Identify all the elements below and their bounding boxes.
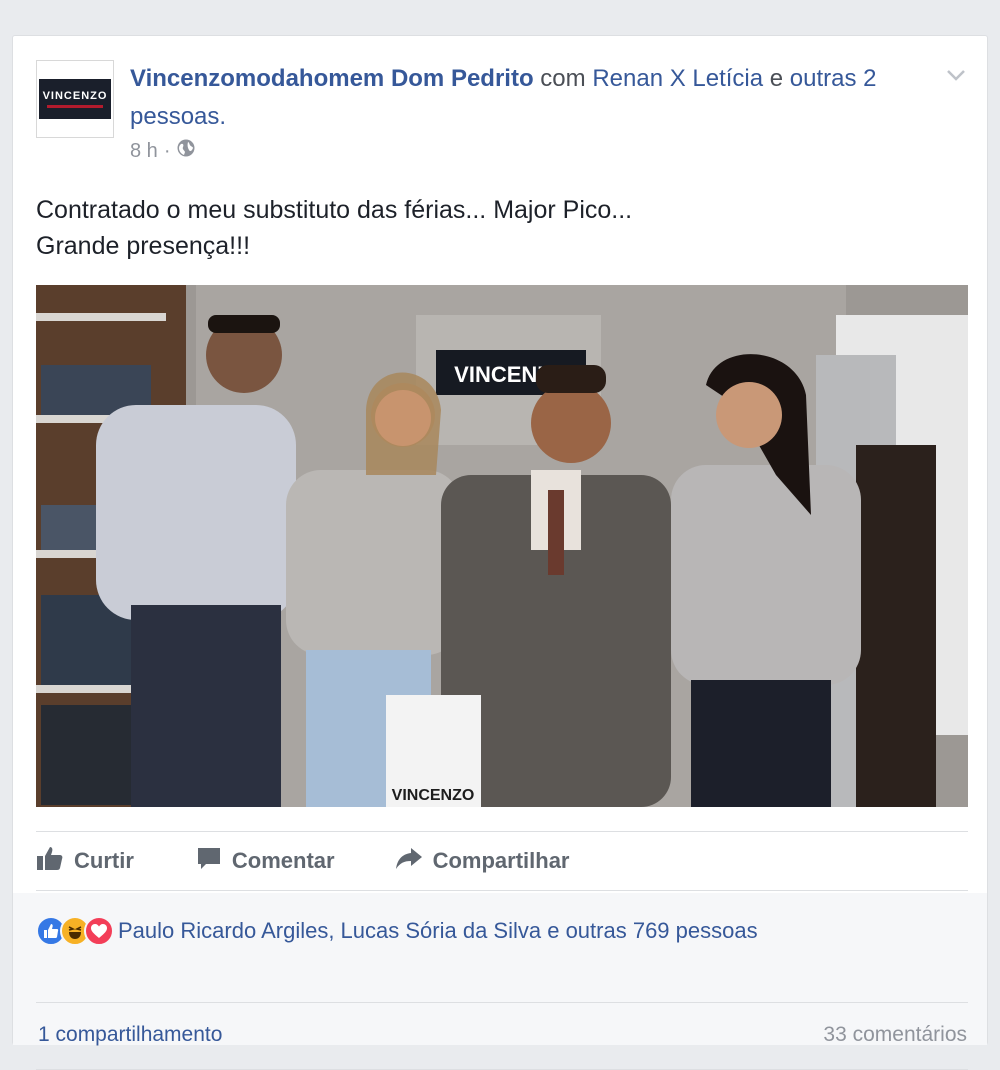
avatar-logo-bar — [47, 105, 103, 108]
photo-bag-text: VINCENZO — [392, 787, 475, 804]
like-button[interactable]: Curtir — [36, 845, 134, 877]
comments-count[interactable]: 33 comentários — [823, 1023, 967, 1047]
photo-illustration: VINCENZO VINCENZO — [36, 285, 968, 807]
with-word: com — [540, 65, 586, 92]
feedback-section: Paulo Ricardo Argiles, Lucas Sória da Si… — [13, 893, 987, 1070]
share-arrow-icon — [395, 846, 423, 876]
post-options-chevron-icon[interactable] — [945, 64, 967, 86]
comment-button[interactable]: Comentar — [196, 845, 335, 877]
share-button[interactable]: Compartilhar — [395, 846, 570, 876]
reactions-row[interactable]: Paulo Ricardo Argiles, Lucas Sória da Si… — [36, 911, 968, 951]
shares-count[interactable]: 1 compartilhamento — [38, 1023, 222, 1047]
post-timestamp[interactable]: 8 h — [130, 140, 158, 163]
share-label: Compartilhar — [432, 848, 570, 873]
author-link[interactable]: Vincenzomodahomem Dom Pedrito — [130, 65, 534, 92]
reaction-icons — [36, 916, 114, 946]
comment-icon — [196, 845, 222, 877]
post-photo[interactable]: VINCENZO VINCENZO — [36, 285, 968, 807]
post-actions: Curtir Comentar Compartilhar — [36, 831, 968, 891]
and-word: e — [769, 65, 784, 92]
post-card: VINCENZO Vincenzomodahomem Dom Pedrito c… — [12, 35, 988, 1070]
love-reaction-icon — [84, 916, 114, 946]
globe-icon[interactable] — [176, 138, 196, 164]
post-header: Vincenzomodahomem Dom Pedrito com Renan … — [130, 60, 930, 136]
post-text: Contratado o meu substituto das férias..… — [36, 192, 956, 264]
avatar-logo: VINCENZO — [39, 79, 111, 119]
avatar-logo-text: VINCENZO — [42, 90, 108, 102]
post-text-line-1: Contratado o meu substituto das férias..… — [36, 196, 633, 224]
reaction-names[interactable]: Paulo Ricardo Argiles, Lucas Sória da Si… — [118, 918, 758, 944]
post-text-line-2: Grande presença!!! — [36, 232, 251, 260]
post-meta: 8 h · — [130, 138, 196, 164]
like-label: Curtir — [74, 848, 134, 873]
page-avatar[interactable]: VINCENZO — [36, 60, 114, 138]
thumbs-up-icon — [36, 845, 64, 877]
comment-label: Comentar — [231, 848, 335, 873]
tagged-person-link[interactable]: Renan X Letícia — [592, 65, 763, 92]
feedback-divider-top — [36, 1002, 968, 1003]
meta-separator: · — [163, 139, 171, 162]
